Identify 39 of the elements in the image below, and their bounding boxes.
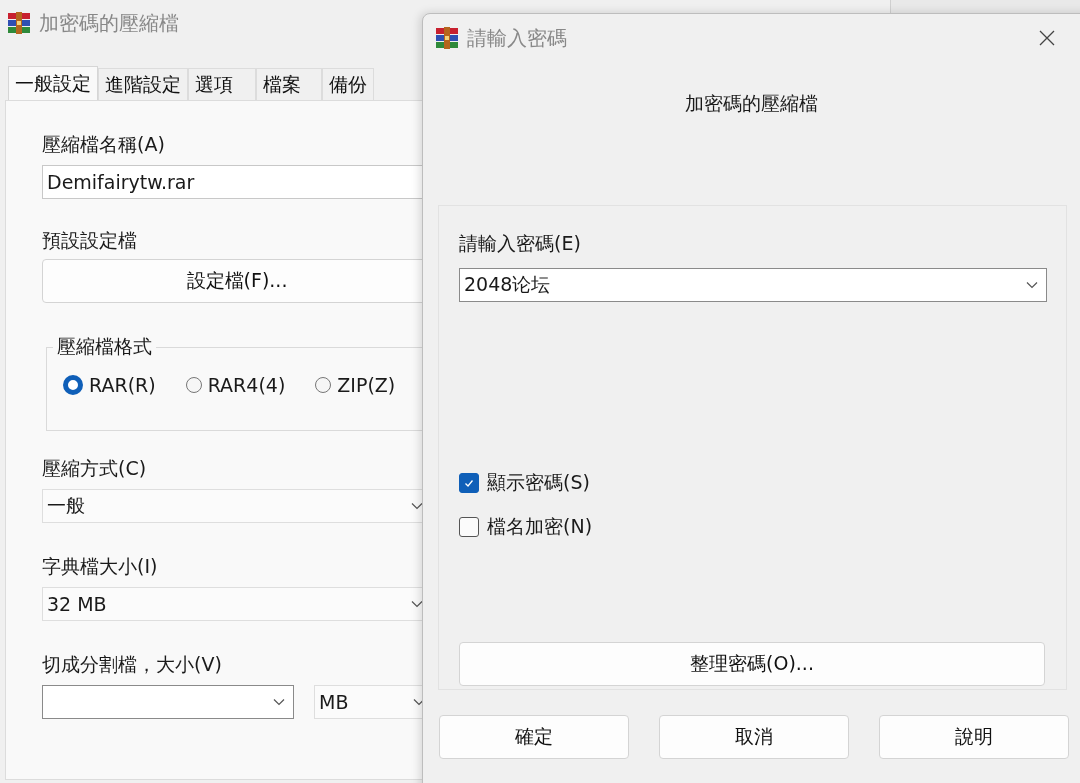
tab[interactable]: 一般設定 bbox=[8, 66, 98, 100]
dialog-title: 請輸入密碼 bbox=[467, 24, 567, 52]
field-label: 預設設定檔 bbox=[42, 228, 137, 253]
chevron-down-icon bbox=[411, 600, 423, 608]
radio-button[interactable] bbox=[185, 377, 202, 393]
radio-label: RAR4(4) bbox=[207, 374, 286, 396]
archive-title: 加密碼的壓縮檔 bbox=[685, 91, 818, 116]
tab[interactable]: 檔案 bbox=[256, 68, 322, 100]
window-title: 加密碼的壓縮檔 bbox=[39, 9, 179, 37]
field-label: 請輸入密碼(E) bbox=[459, 231, 581, 256]
password-dropdown[interactable]: 2048论坛 bbox=[459, 268, 1047, 302]
field-label: 切成分割檔，大小(V) bbox=[42, 652, 222, 677]
books-icon bbox=[435, 26, 459, 50]
chevron-down-icon bbox=[273, 698, 285, 706]
dialog-button[interactable]: 取消 bbox=[659, 715, 849, 759]
chevron-down-icon bbox=[411, 502, 423, 510]
checkbox-label: 檔名加密(N) bbox=[487, 514, 593, 539]
checkbox[interactable] bbox=[459, 473, 479, 493]
organize-passwords-button[interactable]: 整理密碼(O)... bbox=[459, 642, 1045, 686]
checkbox[interactable] bbox=[459, 517, 479, 537]
radio-label: RAR(R) bbox=[89, 374, 156, 396]
books-icon bbox=[7, 11, 31, 35]
dialog-button[interactable]: 說明 bbox=[879, 715, 1069, 759]
field-label: 字典檔大小(I) bbox=[42, 554, 158, 579]
tab[interactable]: 備份 bbox=[322, 68, 374, 100]
split-size-dropdown[interactable] bbox=[42, 685, 294, 719]
check-icon bbox=[463, 477, 475, 489]
field-label: 壓縮方式(C) bbox=[42, 456, 147, 481]
field-label: 壓縮檔名稱(A) bbox=[42, 132, 165, 157]
radio-label: ZIP(Z) bbox=[337, 374, 396, 396]
chevron-down-icon bbox=[1026, 281, 1038, 289]
checkbox-label: 顯示密碼(S) bbox=[487, 470, 590, 495]
radio-button[interactable] bbox=[315, 377, 332, 393]
radio-button[interactable] bbox=[63, 375, 83, 395]
tab[interactable]: 選項 bbox=[188, 68, 256, 100]
tab[interactable]: 進階設定 bbox=[98, 68, 188, 100]
chevron-down-icon bbox=[413, 698, 425, 706]
close-icon[interactable] bbox=[1039, 30, 1055, 46]
dialog-button[interactable]: 確定 bbox=[439, 715, 629, 759]
